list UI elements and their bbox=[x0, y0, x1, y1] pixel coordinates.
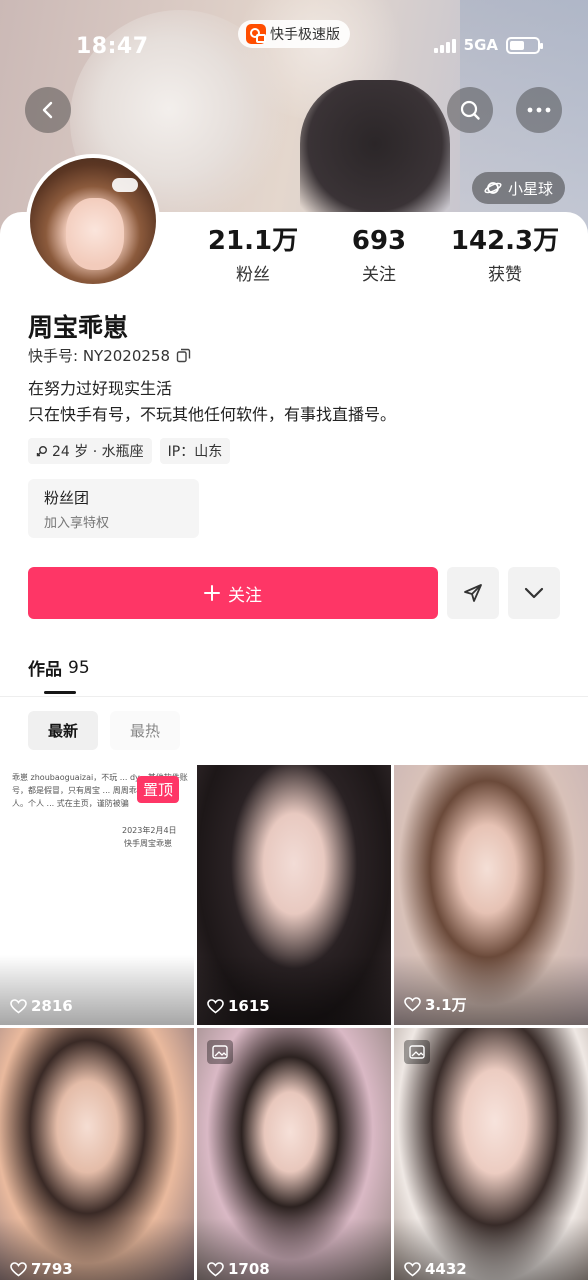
heart-icon bbox=[207, 1261, 224, 1276]
avatar[interactable] bbox=[26, 154, 160, 288]
video-likes-count: 3.1万 bbox=[425, 996, 467, 1014]
plus-icon bbox=[204, 585, 220, 601]
back-arrow-icon bbox=[42, 101, 53, 119]
stat-value: 693 bbox=[351, 226, 407, 256]
follow-button[interactable]: 关注 bbox=[28, 567, 438, 619]
stat-label: 关注 bbox=[362, 265, 396, 285]
kuaishou-logo-icon bbox=[246, 24, 266, 44]
sort-hot-button[interactable]: 最热 bbox=[110, 711, 180, 750]
tab-underline bbox=[44, 691, 76, 694]
bio-line: 在努力过好现实生活 bbox=[28, 379, 173, 398]
follow-label: 关注 bbox=[228, 585, 262, 605]
tab-works-count: 95 bbox=[68, 657, 90, 678]
video-likes-count: 4432 bbox=[425, 1260, 467, 1278]
video-likes: 1615 bbox=[207, 997, 270, 1015]
video-tile[interactable]: 7793 bbox=[0, 1028, 194, 1280]
profile-stats: 21.1万 粉丝 693 关注 142.3万 获赞 bbox=[190, 226, 570, 285]
planet-chip[interactable]: 小星球 bbox=[472, 172, 566, 204]
app-badge-label: 快手极速版 bbox=[270, 27, 340, 43]
pinned-badge: 置顶 bbox=[137, 776, 180, 803]
app-badge: 快手极速版 bbox=[238, 20, 350, 48]
battery-icon bbox=[506, 36, 543, 54]
video-tile[interactable]: 1708 bbox=[197, 1028, 391, 1280]
share-button[interactable] bbox=[447, 567, 499, 619]
fanclub-card[interactable]: 粉丝团 加入享特权 bbox=[28, 479, 199, 538]
account-id: 快手号: NY2020258 bbox=[28, 347, 171, 365]
back-button[interactable] bbox=[25, 87, 71, 133]
video-likes: 2816 bbox=[10, 997, 73, 1015]
tag-ip: IP：山东 bbox=[159, 438, 231, 464]
stat-following[interactable]: 693 关注 bbox=[316, 226, 442, 285]
heart-icon bbox=[10, 1261, 27, 1276]
heart-icon bbox=[207, 998, 224, 1013]
status-indicators: 5GA bbox=[433, 36, 543, 54]
stat-label: 粉丝 bbox=[236, 265, 270, 285]
heart-icon bbox=[404, 1261, 421, 1276]
profile-bio: 在努力过好现实生活 只在快手有号，不玩其他任何软件，有事找直播号。 bbox=[28, 376, 396, 428]
more-icon bbox=[527, 107, 551, 113]
tab-works-label: 作品 bbox=[28, 660, 62, 680]
video-likes-count: 2816 bbox=[31, 997, 73, 1015]
tag-age: 24 岁 · 水瓶座 bbox=[28, 438, 152, 464]
video-likes: 7793 bbox=[10, 1260, 73, 1278]
heart-icon bbox=[404, 997, 421, 1012]
profile-name: 周宝乖崽 bbox=[28, 313, 129, 342]
image-post-icon bbox=[207, 1040, 233, 1064]
network-label: 5GA bbox=[463, 36, 498, 54]
account-id-row: 快手号: NY2020258 bbox=[28, 345, 191, 366]
tag-age-label: 24 岁 · 水瓶座 bbox=[52, 444, 144, 460]
stat-value: 21.1万 bbox=[207, 226, 299, 256]
video-likes: 1708 bbox=[207, 1260, 270, 1278]
gender-icon bbox=[36, 446, 47, 457]
planet-chip-label: 小星球 bbox=[508, 179, 554, 198]
video-likes: 3.1万 bbox=[404, 994, 467, 1015]
pinned-notice-signature: 快手周宝乖崽 bbox=[124, 839, 172, 848]
bio-line: 只在快手有号，不玩其他任何软件，有事找直播号。 bbox=[28, 405, 397, 424]
copy-icon[interactable] bbox=[176, 348, 191, 363]
fanclub-subtitle: 加入享特权 bbox=[44, 516, 110, 531]
expand-button[interactable] bbox=[508, 567, 560, 619]
sort-latest-button[interactable]: 最新 bbox=[28, 711, 98, 750]
video-likes-count: 7793 bbox=[31, 1260, 73, 1278]
chevron-down-icon bbox=[524, 587, 544, 599]
status-time: 18:47 bbox=[76, 34, 149, 59]
planet-icon bbox=[484, 182, 502, 194]
profile-tags: 24 岁 · 水瓶座 IP：山东 bbox=[28, 438, 231, 464]
image-post-icon bbox=[404, 1040, 430, 1064]
tab-divider bbox=[0, 696, 588, 697]
signal-icon bbox=[433, 37, 456, 53]
video-tile[interactable]: 3.1万 bbox=[394, 765, 588, 1025]
stat-label: 获赞 bbox=[488, 265, 522, 285]
video-likes: 4432 bbox=[404, 1260, 467, 1278]
stat-likes[interactable]: 142.3万 获赞 bbox=[442, 226, 568, 285]
more-button[interactable] bbox=[516, 87, 562, 133]
stat-value: 142.3万 bbox=[450, 226, 560, 256]
video-likes-count: 1708 bbox=[228, 1260, 270, 1278]
send-icon bbox=[464, 584, 482, 602]
video-tile[interactable]: 4432 bbox=[394, 1028, 588, 1280]
heart-icon bbox=[10, 998, 27, 1013]
search-button[interactable] bbox=[447, 87, 493, 133]
stat-followers[interactable]: 21.1万 粉丝 bbox=[190, 226, 316, 285]
video-tile[interactable]: 乖崽 zhoubaoguaizai，不玩 ... dy，其他软件账号，都是假冒，… bbox=[0, 765, 194, 1025]
tab-works[interactable]: 作品 95 bbox=[28, 655, 90, 681]
search-icon bbox=[460, 100, 480, 120]
video-likes-count: 1615 bbox=[228, 997, 270, 1015]
pinned-notice-date: 2023年2月4日 bbox=[122, 826, 177, 835]
video-tile[interactable]: 1615 bbox=[197, 765, 391, 1025]
fanclub-title: 粉丝团 bbox=[44, 489, 90, 507]
